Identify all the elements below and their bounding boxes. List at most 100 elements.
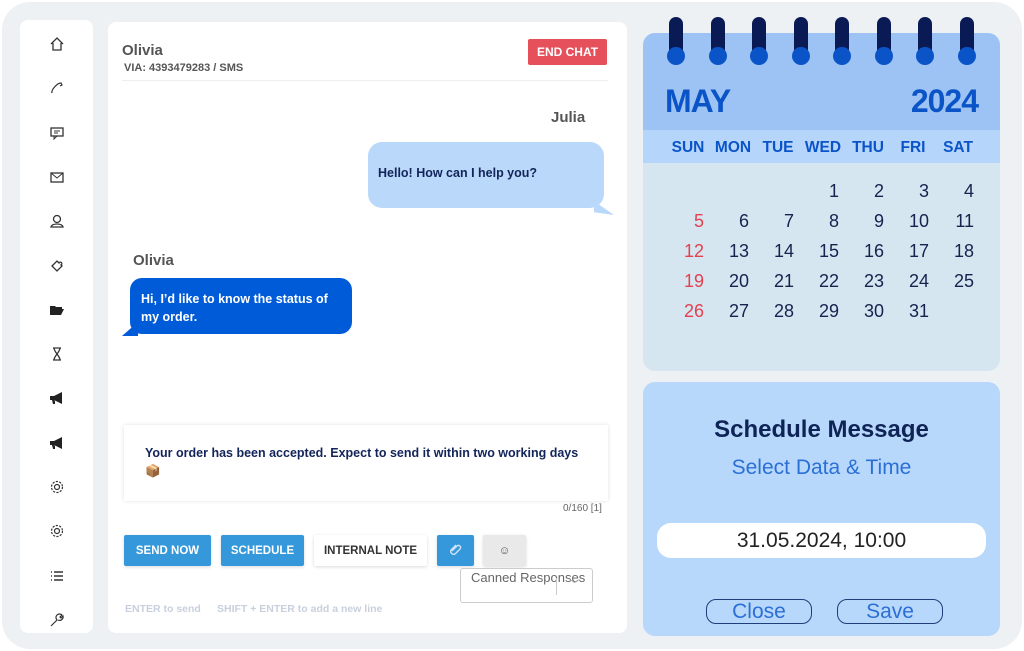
message-sender: Julia bbox=[551, 109, 586, 126]
attach-button[interactable] bbox=[437, 535, 474, 566]
message-sender: Olivia bbox=[133, 252, 174, 269]
calendar-day[interactable]: 9 bbox=[854, 211, 884, 232]
user-icon bbox=[50, 215, 64, 228]
calendar-day[interactable]: 1 bbox=[809, 181, 839, 202]
schedule-title: Schedule Message bbox=[714, 416, 929, 443]
select-separator bbox=[556, 578, 557, 595]
emoji-button[interactable]: ☺ bbox=[483, 535, 526, 566]
message-bubble-agent: Hello! How can I help you? bbox=[368, 142, 604, 208]
datetime-input[interactable]: 31.05.2024, 10:00 bbox=[657, 523, 986, 558]
send-now-button[interactable]: SEND NOW bbox=[124, 535, 211, 566]
ring-hole bbox=[708, 47, 727, 65]
canned-responses-select[interactable]: Canned Responses ﹀ bbox=[460, 568, 593, 603]
schedule-subtitle: Select Data & Time bbox=[731, 456, 912, 479]
calendar-day[interactable]: 21 bbox=[764, 271, 794, 292]
calendar-day[interactable]: 25 bbox=[944, 271, 974, 292]
calendar-day[interactable]: 29 bbox=[809, 301, 839, 322]
end-chat-button[interactable]: END CHAT bbox=[528, 39, 607, 65]
ring-hole bbox=[667, 47, 685, 65]
ring-hole bbox=[833, 47, 851, 65]
calendar-day[interactable]: 4 bbox=[944, 181, 974, 202]
weekday-thu: THU bbox=[852, 139, 884, 156]
gear-icon bbox=[50, 480, 64, 494]
sidebar-item-folder-open[interactable] bbox=[48, 301, 66, 319]
calendar-day[interactable]: 26 bbox=[674, 301, 704, 322]
calendar-day[interactable]: 13 bbox=[719, 241, 749, 262]
weekday-mon: MON bbox=[714, 139, 752, 156]
hint-enter: ENTER to send bbox=[125, 603, 201, 615]
close-button[interactable]: Close bbox=[706, 599, 812, 624]
sidebar-item-megaphone[interactable] bbox=[48, 389, 66, 407]
ring-hole bbox=[957, 47, 976, 65]
calendar: MAY 2024 SUN MON TUE WED THU FRI SAT 1 2 3 4 5 6 7 8 9 1… bbox=[643, 33, 1000, 371]
sidebar-item-home[interactable] bbox=[48, 35, 66, 53]
calendar-day[interactable]: 18 bbox=[944, 241, 974, 262]
calendar-day[interactable]: 12 bbox=[674, 241, 704, 262]
sidebar-item-mail[interactable] bbox=[48, 168, 66, 186]
weekday-wed: WED bbox=[804, 139, 842, 156]
sidebar-item-gear[interactable] bbox=[48, 522, 66, 540]
megaphone-icon bbox=[50, 436, 62, 449]
calendar-day[interactable]: 8 bbox=[809, 211, 839, 232]
paperclip-icon bbox=[449, 544, 461, 555]
sidebar-item-wrench[interactable] bbox=[48, 611, 66, 629]
weekday-sat: SAT bbox=[943, 139, 973, 156]
sidebar-item-megaphone[interactable] bbox=[48, 434, 66, 452]
folder-open-icon bbox=[50, 305, 64, 315]
chat-panel: Olivia VIA: 4393479283 / SMS END CHAT Ju… bbox=[108, 22, 627, 633]
save-button[interactable]: Save bbox=[837, 599, 943, 624]
calendar-day[interactable]: 16 bbox=[854, 241, 884, 262]
calendar-day[interactable]: 7 bbox=[764, 211, 794, 232]
sidebar-item-gear[interactable] bbox=[48, 478, 66, 496]
ring-hole bbox=[791, 47, 810, 65]
schedule-button[interactable]: SCHEDULE bbox=[221, 535, 304, 566]
gear-icon bbox=[50, 525, 64, 538]
calendar-day[interactable]: 17 bbox=[899, 241, 929, 262]
mail-icon bbox=[50, 172, 64, 183]
calendar-day[interactable]: 2 bbox=[854, 181, 884, 202]
weekday-sun: SUN bbox=[671, 139, 705, 156]
sidebar-item-puzzle[interactable] bbox=[48, 257, 66, 275]
ring-hole bbox=[916, 47, 934, 65]
calendar-day[interactable]: 10 bbox=[899, 211, 929, 232]
contact-name: Olivia bbox=[122, 42, 163, 59]
sidebar-item-list[interactable] bbox=[48, 567, 66, 585]
message-input[interactable]: Your order has been accepted. Expect to … bbox=[124, 425, 608, 501]
calendar-day[interactable]: 6 bbox=[719, 211, 749, 232]
calendar-day[interactable]: 24 bbox=[899, 271, 929, 292]
home-icon bbox=[50, 37, 64, 51]
smiley-icon: ☺ bbox=[498, 544, 511, 557]
calendar-year: 2024 bbox=[910, 83, 979, 119]
wrench-icon bbox=[50, 613, 64, 627]
calendar-day[interactable]: 3 bbox=[899, 181, 929, 202]
calendar-month: MAY bbox=[665, 83, 731, 119]
sidebar-item-chat[interactable] bbox=[48, 124, 66, 142]
calendar-day[interactable]: 15 bbox=[809, 241, 839, 262]
ring-hole bbox=[874, 47, 893, 65]
megaphone-icon bbox=[50, 392, 62, 405]
calendar-day[interactable]: 19 bbox=[674, 271, 704, 292]
internal-note-button[interactable]: INTERNAL NOTE bbox=[314, 535, 427, 566]
ring-hole bbox=[750, 47, 768, 65]
calendar-day[interactable]: 30 bbox=[854, 301, 884, 322]
calendar-day[interactable]: 14 bbox=[764, 241, 794, 262]
list-icon bbox=[51, 570, 63, 581]
message-bubble-customer: Hi, I’d like to know the status of my or… bbox=[130, 278, 352, 334]
character-counter: 0/160 [1] bbox=[563, 503, 602, 514]
calendar-day[interactable]: 5 bbox=[674, 211, 704, 232]
calendar-day[interactable]: 11 bbox=[944, 211, 974, 232]
phone-icon bbox=[51, 82, 63, 94]
calendar-day[interactable]: 27 bbox=[719, 301, 749, 322]
calendar-day[interactable]: 28 bbox=[764, 301, 794, 322]
calendar-day[interactable]: 22 bbox=[809, 271, 839, 292]
weekday-tue: TUE bbox=[762, 139, 794, 156]
sidebar-item-phone[interactable] bbox=[48, 79, 66, 97]
sidebar-item-user[interactable] bbox=[48, 212, 66, 230]
divider bbox=[122, 80, 608, 81]
contact-via: VIA: 4393479283 / SMS bbox=[124, 62, 244, 74]
calendar-day[interactable]: 23 bbox=[854, 271, 884, 292]
schedule-panel: Schedule Message Select Data & Time 31.0… bbox=[643, 382, 1000, 636]
calendar-day[interactable]: 31 bbox=[899, 301, 929, 322]
sidebar-item-hourglass[interactable] bbox=[48, 345, 66, 363]
calendar-day[interactable]: 20 bbox=[719, 271, 749, 292]
